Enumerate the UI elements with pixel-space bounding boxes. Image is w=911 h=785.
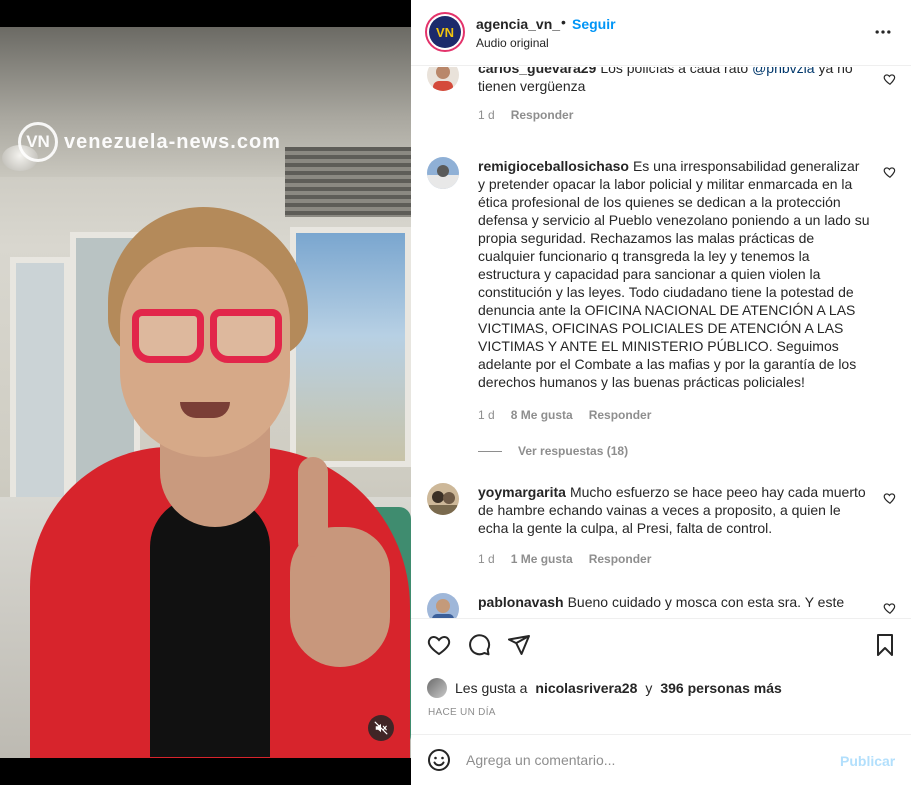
author-avatar[interactable]: VN: [425, 12, 465, 52]
post-actions: Les gusta a nicolasrivera28 y 396 person…: [411, 618, 911, 734]
post-header: VN agencia_vn_ • Seguir Audio original: [411, 0, 911, 66]
post-side-panel: VN agencia_vn_ • Seguir Audio original c…: [411, 0, 911, 785]
video-frame: VN venezuela-news.com: [0, 27, 411, 758]
header-separator: •: [561, 14, 566, 30]
comment-username[interactable]: remigioceballosichaso: [478, 158, 629, 174]
comment-text: pablonavash Bueno cuidado y mosca con est…: [478, 593, 870, 611]
comment-username[interactable]: carlos_guevara29: [478, 67, 596, 76]
likes-connector: y: [645, 680, 653, 696]
comment-text: carlos_guevara29 Los policías a cada rato…: [478, 67, 870, 95]
avatar-image: [427, 67, 459, 91]
more-icon[interactable]: [873, 22, 893, 42]
comments-list[interactable]: carlos_guevara29 Los policías a cada rato…: [411, 67, 911, 618]
comment-text: remigioceballosichaso Es una irresponsabi…: [478, 157, 870, 391]
reply-button[interactable]: Responder: [589, 408, 652, 422]
comment-avatar[interactable]: [427, 157, 459, 189]
comment-body: Los policías a cada rato: [600, 67, 749, 76]
watermark-logo-icon: VN: [18, 122, 58, 162]
likes-others[interactable]: 396 personas más: [660, 680, 781, 696]
comment-composer: Publicar: [411, 734, 911, 785]
video-player[interactable]: VN venezuela-news.com: [0, 0, 411, 785]
comment-avatar[interactable]: [427, 67, 459, 91]
comment-likes[interactable]: 1 Me gusta: [511, 552, 573, 566]
comment-body: Bueno cuidado y mosca con esta sra. Y es…: [567, 594, 845, 610]
heart-icon[interactable]: [883, 72, 897, 86]
bookmark-icon[interactable]: [873, 633, 897, 657]
audio-label[interactable]: Audio original: [476, 36, 549, 50]
replies-divider: [478, 450, 502, 452]
comment-avatar[interactable]: [427, 593, 459, 618]
person-shirt: [150, 497, 270, 757]
likes-user[interactable]: nicolasrivera28: [535, 680, 637, 696]
person-finger: [298, 457, 328, 557]
heart-icon[interactable]: [883, 601, 897, 615]
comment-username[interactable]: yoymargarita: [478, 484, 566, 500]
comment-input[interactable]: [466, 747, 826, 773]
comment-meta: 1 d Responder: [478, 108, 573, 122]
likes-prefix: Les gusta a: [455, 680, 528, 696]
follow-button[interactable]: Seguir: [572, 16, 616, 32]
watermark-text: venezuela-news.com: [64, 130, 281, 153]
comment-mention[interactable]: @pnbvzla: [752, 67, 814, 76]
comment-username[interactable]: pablonavash: [478, 594, 564, 610]
reply-button[interactable]: Responder: [589, 552, 652, 566]
avatar-image: [427, 157, 459, 189]
view-replies-label: Ver respuestas (18): [518, 444, 629, 458]
comment-body: Es una irresponsabilidad generalizar y p…: [478, 158, 870, 390]
publish-button[interactable]: Publicar: [840, 753, 895, 769]
comment-avatar[interactable]: [427, 483, 459, 515]
emoji-icon[interactable]: [427, 748, 451, 772]
avatar-image: [427, 483, 459, 515]
view-replies-button[interactable]: Ver respuestas (18): [478, 444, 628, 458]
person-glasses: [132, 309, 282, 369]
comment-time[interactable]: 1 d: [478, 408, 495, 422]
author-avatar-logo: VN: [429, 16, 461, 48]
author-username[interactable]: agencia_vn_: [476, 16, 560, 32]
heart-icon[interactable]: [883, 491, 897, 505]
comment-text: yoymargarita Mucho esfuerzo se hace peeo …: [478, 483, 870, 537]
comment-likes[interactable]: 8 Me gusta: [511, 408, 573, 422]
video-watermark: VN venezuela-news.com: [18, 122, 281, 162]
comment-time[interactable]: 1 d: [478, 552, 495, 566]
mute-button[interactable]: [368, 715, 394, 741]
post-time-ago[interactable]: HACE UN DÍA: [428, 707, 496, 718]
likes-summary[interactable]: Les gusta a nicolasrivera28 y 396 person…: [427, 678, 782, 698]
comment-icon[interactable]: [467, 633, 491, 657]
reply-button[interactable]: Responder: [511, 108, 574, 122]
avatar-image: [427, 593, 459, 618]
mute-icon: [374, 721, 388, 735]
liker-avatar[interactable]: [427, 678, 447, 698]
comment-time[interactable]: 1 d: [478, 108, 495, 122]
comment-meta: 1 d 1 Me gusta Responder: [478, 552, 651, 566]
comment-meta: 1 d 8 Me gusta Responder: [478, 408, 651, 422]
share-icon[interactable]: [507, 633, 531, 657]
heart-icon[interactable]: [427, 633, 451, 657]
heart-icon[interactable]: [883, 165, 897, 179]
